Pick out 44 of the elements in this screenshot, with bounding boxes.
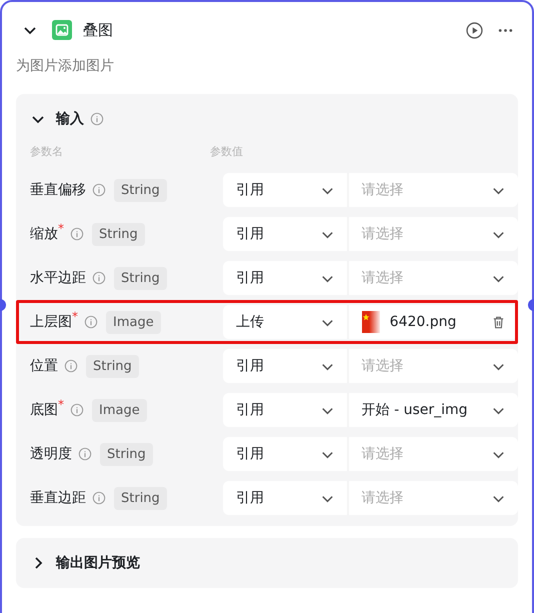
type-tag: String [114, 178, 167, 202]
info-icon [70, 403, 84, 417]
node-title: 叠图 [83, 20, 113, 40]
file-field[interactable]: 6420.png [348, 305, 518, 339]
type-tag: String [92, 222, 145, 246]
info-icon [92, 491, 106, 505]
mode-select[interactable]: 引用 [223, 437, 347, 471]
value-select[interactable]: 开始 - user_img [348, 393, 518, 427]
type-tag: Image [92, 398, 147, 422]
param-name: 缩放$^{*}$ [30, 225, 64, 243]
node-description: 为图片添加图片 [16, 58, 115, 76]
mode-select[interactable]: 引用 [223, 349, 347, 383]
info-icon [90, 112, 104, 126]
section-title: 输入 [56, 110, 84, 128]
type-tag: String [100, 442, 153, 466]
type-tag: String [114, 486, 167, 510]
mode-select[interactable]: 引用 [223, 261, 347, 295]
column-header: 参数值 [210, 144, 243, 160]
type-tag: String [114, 266, 167, 290]
type-tag: Image [106, 310, 161, 334]
param-name: 垂直偏移 [30, 181, 86, 199]
column-header: 参数名 [30, 144, 64, 160]
info-icon [64, 359, 78, 373]
type-tag: String [86, 354, 139, 378]
mode-select[interactable]: 引用 [223, 173, 347, 207]
mode-select[interactable]: 引用 [223, 217, 347, 251]
param-name: 上层图$^{*}$ [30, 313, 78, 331]
info-icon [70, 227, 84, 241]
mode-select[interactable]: 引用 [223, 481, 347, 515]
param-name: 位置 [30, 357, 58, 375]
delete-icon[interactable] [491, 314, 506, 330]
info-icon [78, 447, 92, 461]
info-icon [84, 315, 98, 329]
param-name: 垂直边距 [30, 489, 86, 507]
info-icon [92, 183, 106, 197]
section-title: 输出图片预览 [56, 554, 140, 572]
mode-select[interactable]: 引用 [223, 393, 347, 427]
info-icon [92, 271, 106, 285]
mode-select[interactable]: 上传 [223, 305, 347, 339]
param-name: 透明度 [30, 445, 72, 463]
play-icon[interactable] [466, 22, 483, 38]
param-name: 水平边距 [30, 269, 86, 287]
image-icon [52, 20, 72, 40]
param-name: 底图$^{*}$ [30, 401, 64, 419]
